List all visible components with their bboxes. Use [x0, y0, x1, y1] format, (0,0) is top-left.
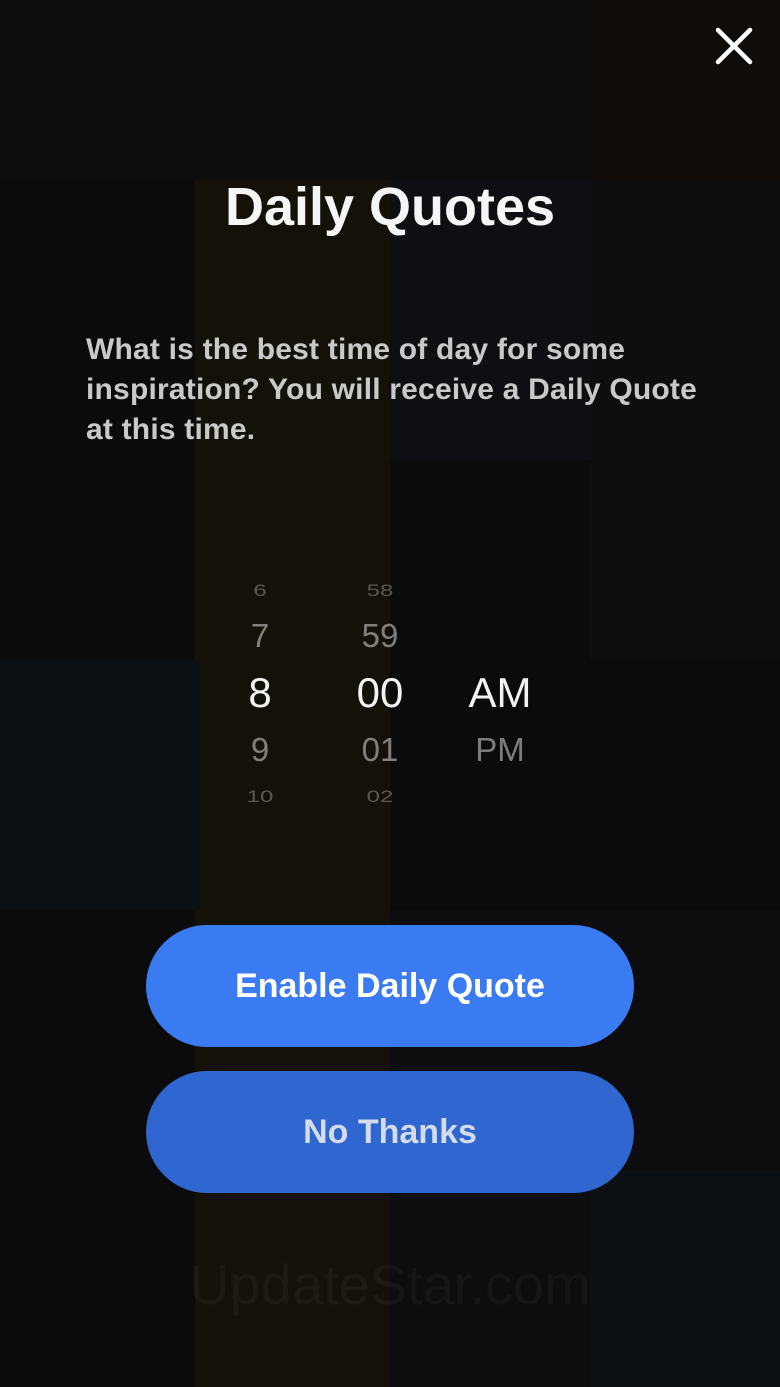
- close-button[interactable]: [710, 22, 758, 70]
- background-block: [0, 660, 200, 910]
- period-option[interactable]: PM: [440, 731, 560, 769]
- close-icon: [715, 27, 753, 65]
- minute-selected[interactable]: 00: [320, 669, 440, 717]
- minute-option[interactable]: 59: [320, 617, 440, 655]
- daily-quotes-screen: Daily Quotes What is the best time of da…: [0, 0, 780, 1387]
- hour-option[interactable]: 6: [200, 581, 320, 601]
- hour-option[interactable]: 7: [200, 617, 320, 655]
- minute-option[interactable]: 01: [320, 731, 440, 769]
- minute-option[interactable]: 58: [320, 581, 440, 601]
- minute-option[interactable]: 02: [320, 787, 440, 807]
- hour-selected[interactable]: 8: [200, 669, 320, 717]
- no-thanks-button[interactable]: No Thanks: [146, 1071, 634, 1193]
- hour-option[interactable]: 10: [200, 787, 320, 807]
- modal-title: Daily Quotes: [224, 177, 556, 237]
- hour-option[interactable]: 9: [200, 731, 320, 769]
- period-selected[interactable]: AM: [440, 669, 560, 717]
- minute-wheel[interactable]: 58 59 00 01 02: [320, 565, 440, 815]
- enable-daily-quote-button[interactable]: Enable Daily Quote: [146, 925, 634, 1047]
- modal-description: What is the best time of day for some in…: [86, 333, 697, 446]
- hour-wheel[interactable]: 6 7 8 9 10: [200, 565, 320, 815]
- watermark: UpdateStar.com: [0, 1252, 780, 1317]
- period-wheel[interactable]: AM PM: [440, 565, 560, 815]
- time-picker[interactable]: 6 7 8 9 10 58 59 00 01 02 AM PM: [200, 565, 580, 815]
